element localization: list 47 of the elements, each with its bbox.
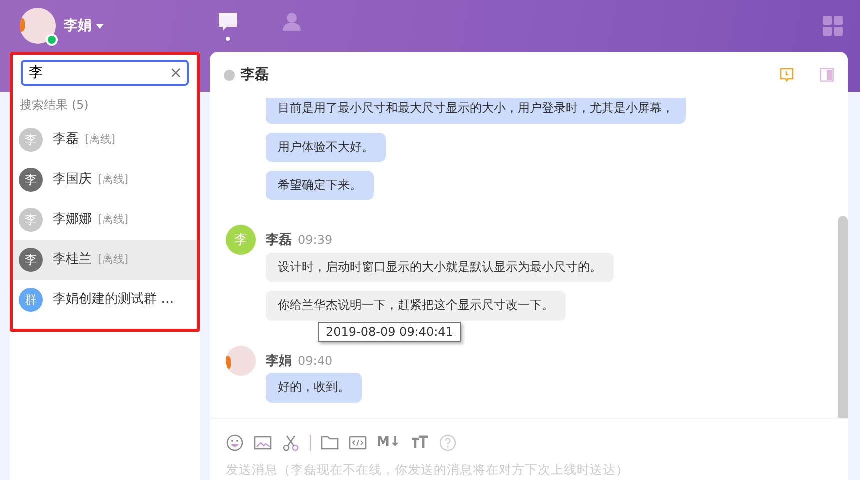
apps-grid-icon[interactable]	[823, 16, 843, 36]
timestamp-tooltip: 2019-08-09 09:40:41	[318, 322, 462, 342]
caret-icon	[96, 24, 104, 28]
photo-placeholder	[226, 346, 256, 376]
contact-name: 李国庆	[53, 171, 92, 190]
image-icon[interactable]	[254, 434, 272, 452]
scissors-icon[interactable]	[282, 434, 300, 452]
scrollbar-thumb[interactable]	[838, 216, 848, 418]
contact-name: 李娟创建的测试群 …	[53, 291, 174, 310]
message-bubble: 设计时，启动时窗口显示的大小就是默认显示为最小尺寸的。	[266, 252, 614, 282]
person-icon	[281, 11, 303, 33]
sender-name: 李娟	[266, 352, 292, 371]
contact-name: 李桂兰	[53, 251, 92, 270]
side-panel-icon[interactable]	[820, 68, 834, 82]
message-time: 09:39	[298, 232, 333, 250]
clock-message-icon[interactable]	[780, 68, 794, 83]
contact-avatar: 群	[19, 288, 43, 312]
contact-name: 李娜娜	[53, 211, 92, 230]
message-bubble: 用户体验不大好。	[266, 132, 386, 162]
message-bubble: 你给兰华杰说明一下，赶紧把这个显示尺寸改一下。	[266, 291, 566, 321]
contact-avatar: 李	[19, 248, 43, 272]
sender-name: 李磊	[266, 232, 292, 250]
message-bubble: 希望确定下来。	[266, 170, 374, 200]
folder-icon[interactable]	[321, 434, 339, 452]
emoji-icon[interactable]	[226, 434, 244, 452]
user-name-dropdown[interactable]: 李娟	[64, 16, 104, 36]
chat-bubble-icon	[217, 11, 239, 33]
markdown-toggle[interactable]: M↓	[377, 436, 401, 450]
message-bubble: 好的，收到。	[266, 373, 362, 403]
search-field[interactable]: 李	[21, 60, 189, 86]
contact-status: [离线]	[98, 212, 129, 228]
contact-avatar: 李	[19, 168, 43, 192]
search-result[interactable]: 李 李桂兰 [离线]	[13, 240, 197, 280]
message-bubble: 目前是用了最小尺寸和最大尺寸显示的大小，用户登录时，尤其是小屏幕，	[266, 98, 686, 124]
contact-status: [离线]	[85, 132, 116, 148]
code-icon[interactable]	[349, 434, 367, 452]
search-result[interactable]: 李 李国庆 [离线]	[13, 160, 197, 200]
chat-title: 李磊	[241, 66, 269, 85]
sender-avatar: 李	[226, 225, 256, 256]
contact-name: 李磊	[53, 131, 79, 150]
contact-status: [离线]	[98, 252, 129, 268]
results-count: 搜索结果 (5)	[19, 97, 90, 114]
search-result[interactable]: 群 李娟创建的测试群 …	[13, 280, 197, 320]
close-icon[interactable]	[171, 68, 181, 78]
contact-status: [离线]	[98, 172, 129, 188]
message-time: 09:40	[298, 352, 333, 370]
user-avatar[interactable]	[20, 8, 56, 44]
